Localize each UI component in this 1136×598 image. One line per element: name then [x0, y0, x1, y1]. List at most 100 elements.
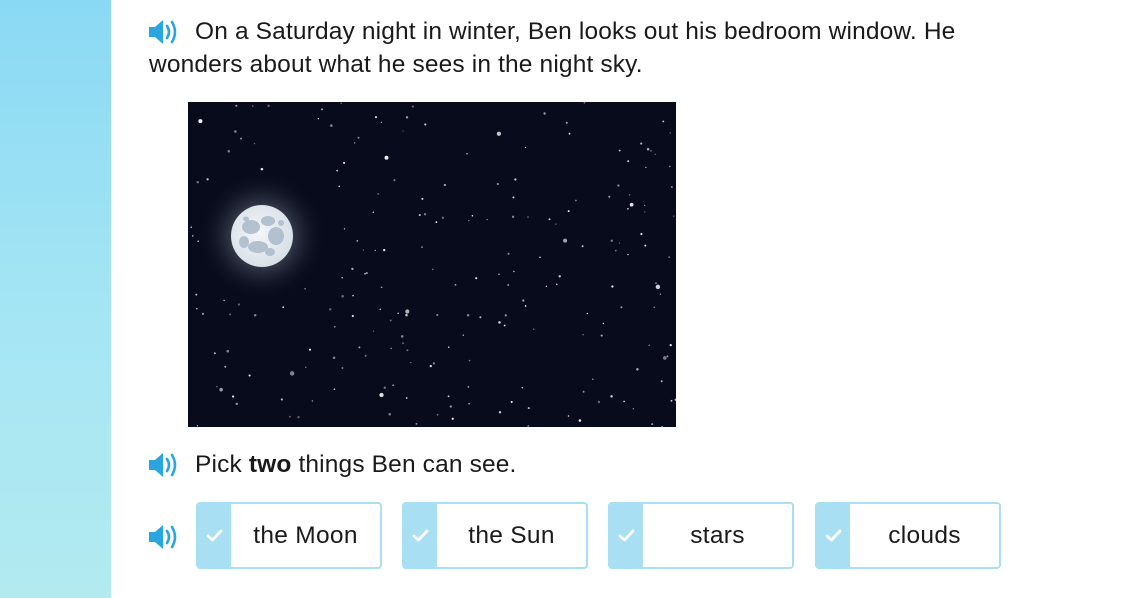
star-icon — [223, 299, 225, 302]
star-icon — [330, 124, 333, 127]
star-icon — [328, 308, 332, 311]
star-icon — [338, 185, 341, 188]
star-icon — [498, 321, 501, 324]
star-icon — [393, 179, 396, 182]
star-icon — [379, 308, 382, 311]
star-icon — [206, 178, 209, 181]
star-icon — [406, 349, 409, 352]
star-icon — [351, 267, 354, 271]
star-icon — [432, 268, 434, 271]
star-icon — [235, 104, 238, 107]
choice-checkbox[interactable] — [610, 504, 643, 567]
star-icon — [507, 284, 510, 286]
star-icon — [357, 136, 360, 139]
star-icon — [651, 423, 654, 426]
star-icon — [253, 142, 256, 145]
star-icon — [304, 288, 306, 290]
star-icon — [421, 246, 423, 248]
prompt-text-before: Pick — [195, 451, 249, 478]
star-icon — [297, 416, 300, 419]
star-icon — [224, 365, 227, 368]
star-icon — [650, 150, 652, 152]
star-icon — [380, 121, 382, 123]
star-icon — [454, 284, 457, 286]
star-icon — [227, 149, 231, 153]
star-icon — [632, 408, 635, 410]
star-icon — [662, 120, 665, 123]
check-icon — [206, 529, 223, 542]
star-icon — [666, 355, 669, 358]
star-icon — [201, 312, 205, 316]
star-icon — [196, 181, 199, 184]
star-icon — [196, 425, 199, 427]
star-icon — [511, 215, 515, 218]
star-icon — [341, 277, 343, 279]
star-icon — [282, 306, 285, 309]
star-icon — [216, 385, 218, 388]
star-icon — [402, 342, 404, 345]
star-icon — [411, 105, 414, 108]
choice-label: clouds — [888, 521, 961, 549]
star-icon — [267, 104, 270, 107]
star-icon — [563, 238, 568, 243]
star-icon — [389, 319, 392, 322]
check-icon — [412, 529, 429, 542]
star-icon — [654, 153, 656, 155]
choice-checkbox[interactable] — [404, 504, 437, 567]
star-icon — [567, 210, 570, 213]
star-icon — [597, 400, 601, 404]
star-icon — [644, 204, 646, 207]
star-icon — [443, 183, 447, 187]
star-icon — [432, 362, 436, 365]
choice-clouds[interactable]: clouds — [815, 502, 1001, 569]
star-icon — [365, 271, 368, 275]
star-icon — [668, 165, 671, 168]
choice-label: stars — [690, 521, 745, 549]
star-icon — [627, 253, 629, 256]
prompt-audio-speaker-icon[interactable] — [147, 450, 181, 480]
star-icon — [627, 160, 630, 163]
star-icon — [317, 118, 320, 120]
star-icon — [527, 425, 530, 427]
star-icon — [332, 356, 336, 360]
star-icon — [565, 121, 568, 124]
star-icon — [568, 132, 571, 135]
star-icon — [646, 147, 650, 151]
choice-the-sun[interactable]: the Sun — [402, 502, 588, 569]
choice-stars[interactable]: stars — [608, 502, 794, 569]
star-icon — [232, 395, 235, 398]
star-icon — [402, 130, 404, 132]
star-icon — [229, 313, 232, 316]
star-icon — [468, 359, 471, 362]
star-icon — [468, 219, 470, 222]
star-icon — [362, 249, 365, 251]
choice-checkbox[interactable] — [817, 504, 850, 567]
star-icon — [418, 214, 421, 217]
star-icon — [436, 313, 439, 317]
star-icon — [507, 252, 510, 255]
choice-checkbox[interactable] — [198, 504, 231, 567]
star-icon — [341, 295, 344, 298]
star-icon — [340, 102, 342, 105]
choice-the-moon[interactable]: the Moon — [196, 502, 382, 569]
star-icon — [384, 155, 389, 160]
star-icon — [498, 410, 502, 414]
choices-audio-speaker-icon[interactable] — [147, 522, 181, 552]
star-icon — [466, 314, 470, 317]
star-icon — [512, 196, 515, 199]
star-icon — [513, 270, 515, 273]
star-icon — [644, 211, 646, 213]
star-icon — [234, 130, 237, 133]
star-icon — [364, 273, 366, 275]
star-icon — [623, 400, 625, 403]
star-icon — [423, 213, 427, 216]
star-icon — [311, 400, 314, 402]
star-icon — [253, 314, 257, 317]
star-icon — [556, 283, 558, 286]
star-icon — [424, 123, 427, 126]
star-icon — [645, 166, 647, 168]
star-icon — [352, 294, 354, 297]
question-audio-speaker-icon[interactable] — [147, 17, 181, 47]
star-icon — [421, 197, 424, 200]
star-icon — [260, 167, 264, 171]
